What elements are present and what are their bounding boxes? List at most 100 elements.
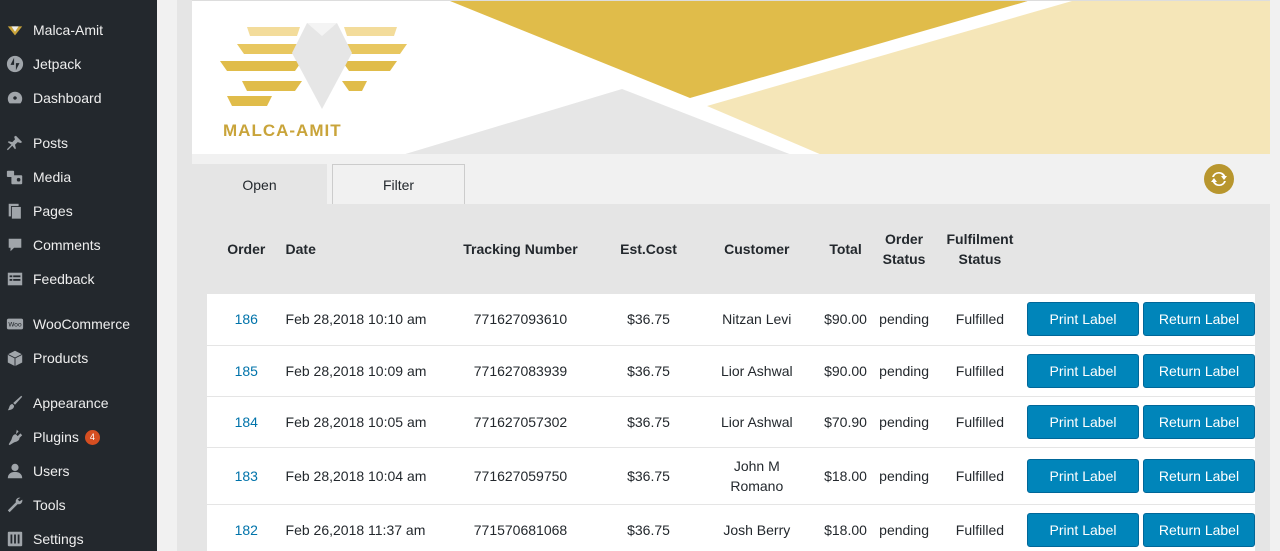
main-content: MALCA-AMIT Open Filter Order Date Tracki… xyxy=(177,0,1270,551)
order-link[interactable]: 184 xyxy=(235,414,258,430)
sidebar-item-label: Media xyxy=(33,169,72,185)
order-status: pending xyxy=(879,467,929,484)
customer-name: John M Romano xyxy=(730,457,784,494)
order-date: Feb 26,2018 11:37 am xyxy=(285,521,426,538)
tracking-number: 771627083939 xyxy=(473,362,568,379)
column-header-est-cost: Est.Cost xyxy=(620,241,677,257)
return-label-button[interactable]: Return Label xyxy=(1143,458,1255,493)
order-link[interactable]: 186 xyxy=(235,311,258,327)
settings-icon xyxy=(5,529,25,549)
pin-icon xyxy=(5,133,25,153)
sidebar-item-label: Appearance xyxy=(33,395,109,411)
est-cost: $36.75 xyxy=(627,311,670,328)
print-label-button[interactable]: Print Label xyxy=(1027,458,1139,493)
sidebar-item-label: Plugins xyxy=(33,429,79,445)
sidebar-item-products[interactable]: Products xyxy=(0,343,157,373)
tab-filter[interactable]: Filter xyxy=(332,164,465,204)
table-row: 185 Feb 28,2018 10:09 am 771627083939 $3… xyxy=(207,345,1255,396)
order-total: $70.90 xyxy=(824,413,867,430)
sidebar-item-feedback[interactable]: Feedback xyxy=(0,264,157,294)
order-total: $90.00 xyxy=(824,311,867,328)
est-cost: $36.75 xyxy=(627,362,670,379)
sidebar-item-label: Users xyxy=(33,463,70,479)
table-row: 184 Feb 28,2018 10:05 am 771627057302 $3… xyxy=(207,396,1255,447)
sidebar-item-jetpack[interactable]: Jetpack xyxy=(0,49,157,79)
sidebar-item-pages[interactable]: Pages xyxy=(0,196,157,226)
sidebar-item-media[interactable]: Media xyxy=(0,162,157,192)
column-header-tracking: Tracking Number xyxy=(463,241,578,257)
sidebar-item-label: Tools xyxy=(33,497,66,513)
sidebar-item-malca-amit[interactable]: Malca-Amit xyxy=(0,15,157,45)
tracking-number: 771627057302 xyxy=(473,413,568,430)
column-header-order-status: Order Status xyxy=(882,231,926,267)
order-link[interactable]: 185 xyxy=(235,363,258,379)
plugins-update-badge: 4 xyxy=(84,429,100,445)
order-link[interactable]: 182 xyxy=(235,522,258,538)
sidebar-item-settings[interactable]: Settings xyxy=(0,524,157,551)
print-label-button[interactable]: Print Label xyxy=(1027,353,1139,388)
refresh-button[interactable] xyxy=(1204,164,1234,194)
return-label-button[interactable]: Return Label xyxy=(1143,404,1255,439)
malca-amit-banner: MALCA-AMIT xyxy=(192,0,1270,154)
fulfilment-status: Fulfilled xyxy=(955,521,1005,538)
plugin-icon xyxy=(5,427,25,447)
order-date: Feb 28,2018 10:10 am xyxy=(285,311,427,328)
order-total: $18.00 xyxy=(824,521,867,538)
orders-panel: Order Date Tracking Number Est.Cost Cust… xyxy=(192,204,1270,551)
pages-icon xyxy=(5,201,25,221)
sidebar-item-woocommerce[interactable]: Woo WooCommerce xyxy=(0,309,157,339)
order-date: Feb 28,2018 10:09 am xyxy=(285,362,427,379)
sidebar-item-posts[interactable]: Posts xyxy=(0,128,157,158)
return-label-button[interactable]: Return Label xyxy=(1143,353,1255,388)
user-icon xyxy=(5,461,25,481)
fulfilment-status: Fulfilled xyxy=(955,467,1005,484)
malca-amit-logo-icon xyxy=(5,20,25,40)
order-link[interactable]: 183 xyxy=(235,468,258,484)
sidebar-item-dashboard[interactable]: Dashboard xyxy=(0,83,157,113)
banner-graphic xyxy=(220,1,1270,154)
sidebar-item-label: Malca-Amit xyxy=(33,22,104,38)
refresh-icon xyxy=(1211,171,1227,187)
box-icon xyxy=(5,348,25,368)
print-label-button[interactable]: Print Label xyxy=(1027,512,1139,547)
malca-amit-logo-icon xyxy=(220,23,407,109)
tab-open[interactable]: Open xyxy=(192,164,327,204)
tracking-number: 771570681068 xyxy=(473,521,568,538)
customer-name: Lior Ashwal xyxy=(721,413,793,430)
est-cost: $36.75 xyxy=(627,413,670,430)
comment-icon xyxy=(5,235,25,255)
column-header-total: Total xyxy=(829,241,862,257)
order-status: pending xyxy=(879,413,929,430)
sidebar-item-tools[interactable]: Tools xyxy=(0,490,157,520)
media-icon xyxy=(5,167,25,187)
fulfilment-status: Fulfilled xyxy=(955,413,1005,430)
tab-bar: Open Filter xyxy=(192,154,1270,204)
table-row: 183 Feb 28,2018 10:04 am 771627059750 $3… xyxy=(207,447,1255,504)
sidebar-item-label: Feedback xyxy=(33,271,95,287)
sidebar-item-label: Dashboard xyxy=(33,90,102,106)
column-header-customer: Customer xyxy=(724,241,790,257)
table-header-row: Order Date Tracking Number Est.Cost Cust… xyxy=(207,204,1255,294)
feedback-icon xyxy=(5,269,25,289)
sidebar-item-label: Settings xyxy=(33,531,84,547)
order-date: Feb 28,2018 10:04 am xyxy=(285,467,427,484)
column-header-date: Date xyxy=(285,241,316,257)
sidebar-item-appearance[interactable]: Appearance xyxy=(0,388,157,418)
wrench-icon xyxy=(5,495,25,515)
orders-table: Order Date Tracking Number Est.Cost Cust… xyxy=(207,204,1255,551)
brush-icon xyxy=(5,393,25,413)
sidebar-item-plugins[interactable]: Plugins 4 xyxy=(0,422,157,452)
sidebar-item-label: Pages xyxy=(33,203,73,219)
sidebar-item-label: Products xyxy=(33,350,89,366)
return-label-button[interactable]: Return Label xyxy=(1143,512,1255,547)
table-row: 186 Feb 28,2018 10:10 am 771627093610 $3… xyxy=(207,294,1255,345)
sidebar-item-users[interactable]: Users xyxy=(0,456,157,486)
est-cost: $36.75 xyxy=(627,467,670,484)
order-total: $18.00 xyxy=(824,467,867,484)
print-label-button[interactable]: Print Label xyxy=(1027,404,1139,439)
print-label-button[interactable]: Print Label xyxy=(1027,302,1139,337)
return-label-button[interactable]: Return Label xyxy=(1143,302,1255,337)
est-cost: $36.75 xyxy=(627,521,670,538)
order-date: Feb 28,2018 10:05 am xyxy=(285,413,427,430)
sidebar-item-comments[interactable]: Comments xyxy=(0,230,157,260)
